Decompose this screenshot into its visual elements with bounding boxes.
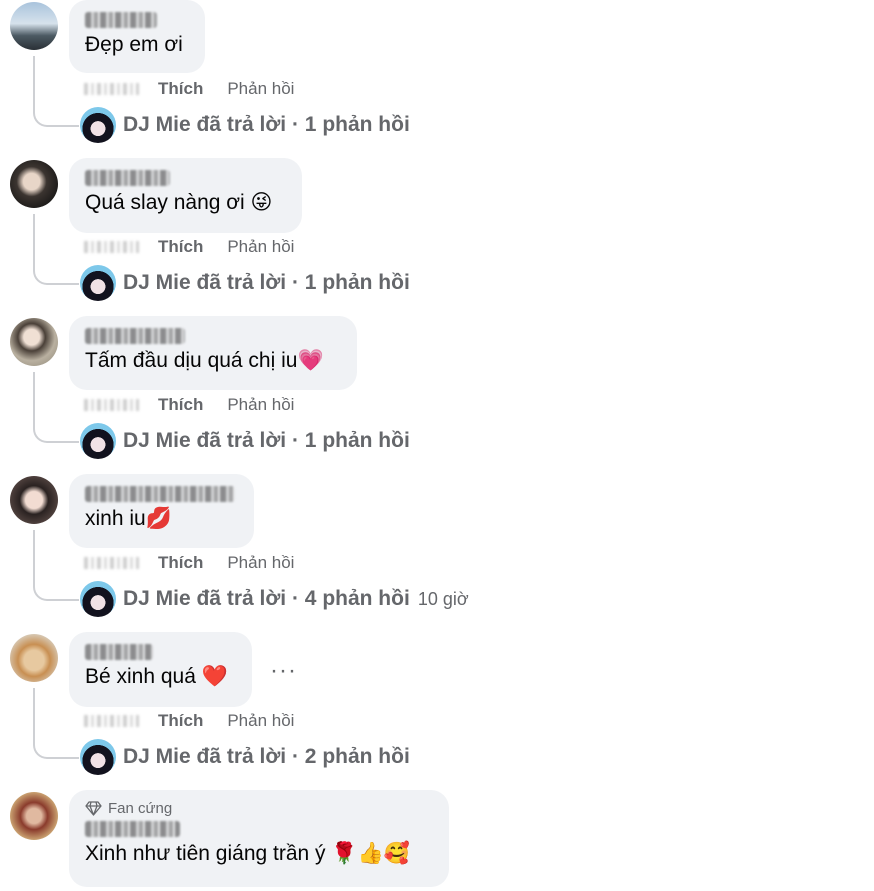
commenter-name-redacted[interactable] [85,12,157,28]
commenter-name-redacted[interactable] [85,486,235,502]
reply-summary[interactable]: DJ Mie đã trả lời · 4 phản hồi [123,587,410,611]
comment-text: Tấm đầu dịu quá chị iu💗 [85,349,324,372]
comment-actions: Thích Phản hồi [84,395,294,415]
comment-time-redacted[interactable] [84,83,139,95]
comment-time-redacted[interactable] [84,557,139,569]
reply-summary[interactable]: DJ Mie đã trả lời · 1 phản hồi [123,429,410,453]
comment-bubble: Bé xinh quá ❤️ [69,632,252,707]
comment-4: xinh iu💋 Thích Phản hồi DJ Mie đã trả lờ… [0,474,874,632]
comment-5: Bé xinh quá ❤️ ··· Thích Phản hồi DJ Mie… [0,632,874,790]
reply-button[interactable]: Phản hồi [227,553,294,573]
commenter-avatar[interactable] [10,476,58,524]
reply-button[interactable]: Phản hồi [227,79,294,99]
fan-badge: Fan cứng [85,800,433,817]
commenter-avatar[interactable] [10,2,58,50]
commenter-name-redacted[interactable] [85,328,185,344]
comment-time-redacted[interactable] [84,241,139,253]
comment-actions: Thích Phản hồi [84,79,294,99]
fan-badge-label: Fan cứng [108,800,173,817]
comment-time-redacted[interactable] [84,399,139,411]
commenter-avatar[interactable] [10,634,58,682]
comment-text: Quá slay nàng ơi 😜 [85,191,273,214]
comment-text: xinh iu💋 [85,507,172,530]
commenter-name-redacted[interactable] [85,170,170,186]
thread-connector [33,688,79,759]
like-button[interactable]: Thích [158,237,203,257]
comment-2: Quá slay nàng ơi 😜 Thích Phản hồi DJ Mie… [0,158,874,316]
comment-text: Bé xinh quá ❤️ [85,665,228,688]
comment-bubble: Đẹp em ơi [69,0,205,73]
comment-3: Tấm đầu dịu quá chị iu💗 Thích Phản hồi D… [0,316,874,474]
comment-bubble: Tấm đầu dịu quá chị iu💗 [69,316,357,390]
reply-author-avatar [80,107,116,143]
reply-button[interactable]: Phản hồi [227,711,294,731]
reply-author-avatar [80,265,116,301]
like-button[interactable]: Thích [158,395,203,415]
comment-actions: Thích Phản hồi [84,711,294,731]
comment-bubble: Fan cứng Xinh như tiên giáng trần ý 🌹👍🥰 [69,790,449,887]
like-button[interactable]: Thích [158,553,203,573]
thread-connector [33,530,79,601]
commenter-name-redacted[interactable] [85,821,180,837]
reply-author-avatar [80,423,116,459]
diamond-icon [85,801,102,816]
comment-bubble: Quá slay nàng ơi 😜 [69,158,302,233]
comment-actions: Thích Phản hồi [84,553,294,573]
view-replies-link[interactable]: DJ Mie đã trả lời · 2 phản hồi [80,739,410,775]
thread-connector [33,372,79,443]
comment-bubble: xinh iu💋 [69,474,254,548]
thread-connector [33,56,79,127]
comment-time-redacted[interactable] [84,715,139,727]
comment-actions: Thích Phản hồi [84,237,294,257]
reply-summary[interactable]: DJ Mie đã trả lời · 2 phản hồi [123,745,410,769]
reply-summary[interactable]: DJ Mie đã trả lời · 1 phản hồi [123,271,410,295]
reply-author-avatar [80,581,116,617]
reply-summary[interactable]: DJ Mie đã trả lời · 1 phản hồi [123,113,410,137]
comment-text: Đẹp em ơi [85,33,183,56]
view-replies-link[interactable]: DJ Mie đã trả lời · 1 phản hồi [80,423,410,459]
comment-6: Fan cứng Xinh như tiên giáng trần ý 🌹👍🥰 [0,790,874,891]
thread-connector [33,214,79,285]
view-replies-link[interactable]: DJ Mie đã trả lời · 4 phản hồi 10 giờ [80,581,469,617]
comment-text: Xinh như tiên giáng trần ý 🌹👍🥰 [85,842,410,865]
commenter-name-redacted[interactable] [85,644,153,660]
comment-1: Đẹp em ơi Thích Phản hồi DJ Mie đã trả l… [0,0,874,158]
reply-button[interactable]: Phản hồi [227,237,294,257]
more-options-icon[interactable]: ··· [270,657,297,685]
like-button[interactable]: Thích [158,711,203,731]
view-replies-link[interactable]: DJ Mie đã trả lời · 1 phản hồi [80,265,410,301]
reply-button[interactable]: Phản hồi [227,395,294,415]
reply-timestamp[interactable]: 10 giờ [418,589,469,610]
commenter-avatar[interactable] [10,160,58,208]
reply-author-avatar [80,739,116,775]
commenter-avatar[interactable] [10,792,58,840]
like-button[interactable]: Thích [158,79,203,99]
commenter-avatar[interactable] [10,318,58,366]
view-replies-link[interactable]: DJ Mie đã trả lời · 1 phản hồi [80,107,410,143]
